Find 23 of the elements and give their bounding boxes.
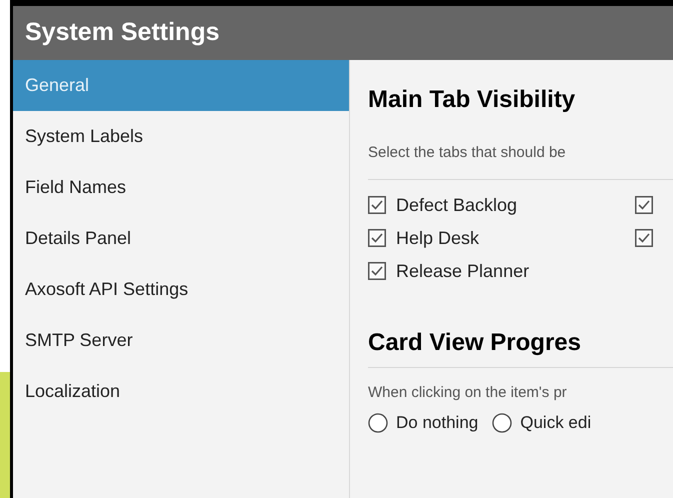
sidebar-item[interactable]: SMTP Server — [13, 315, 349, 366]
checkbox[interactable] — [368, 262, 386, 280]
section-heading: Main Tab Visibility — [368, 85, 576, 115]
sidebar-item[interactable]: Field Names — [13, 162, 349, 213]
radio-label: Do nothing — [396, 412, 478, 434]
sidebar-item[interactable]: System Labels — [13, 111, 349, 162]
radio-label: Quick edi — [520, 412, 592, 434]
radio-button[interactable] — [368, 412, 388, 433]
checkbox-label: Defect Backlog — [396, 194, 518, 217]
description-text: When clicking on the item's pr — [368, 382, 568, 402]
checkbox-label: Help Desk — [396, 226, 480, 250]
checkbox[interactable] — [368, 196, 386, 214]
description-text: Select the tabs that should be — [368, 142, 673, 180]
radio-button[interactable] — [492, 412, 512, 433]
section-heading: Card View Progres — [368, 324, 673, 368]
checkbox[interactable] — [634, 229, 653, 247]
window-title: System Settings — [25, 17, 220, 48]
checkbox[interactable] — [634, 196, 653, 214]
sidebar-item[interactable]: Localization — [13, 366, 349, 417]
checkbox[interactable] — [368, 229, 386, 247]
sidebar-item[interactable]: Axosoft API Settings — [13, 264, 349, 315]
checkbox-label: Release Planner — [396, 260, 530, 282]
sidebar-item[interactable]: Details Panel — [13, 213, 349, 264]
